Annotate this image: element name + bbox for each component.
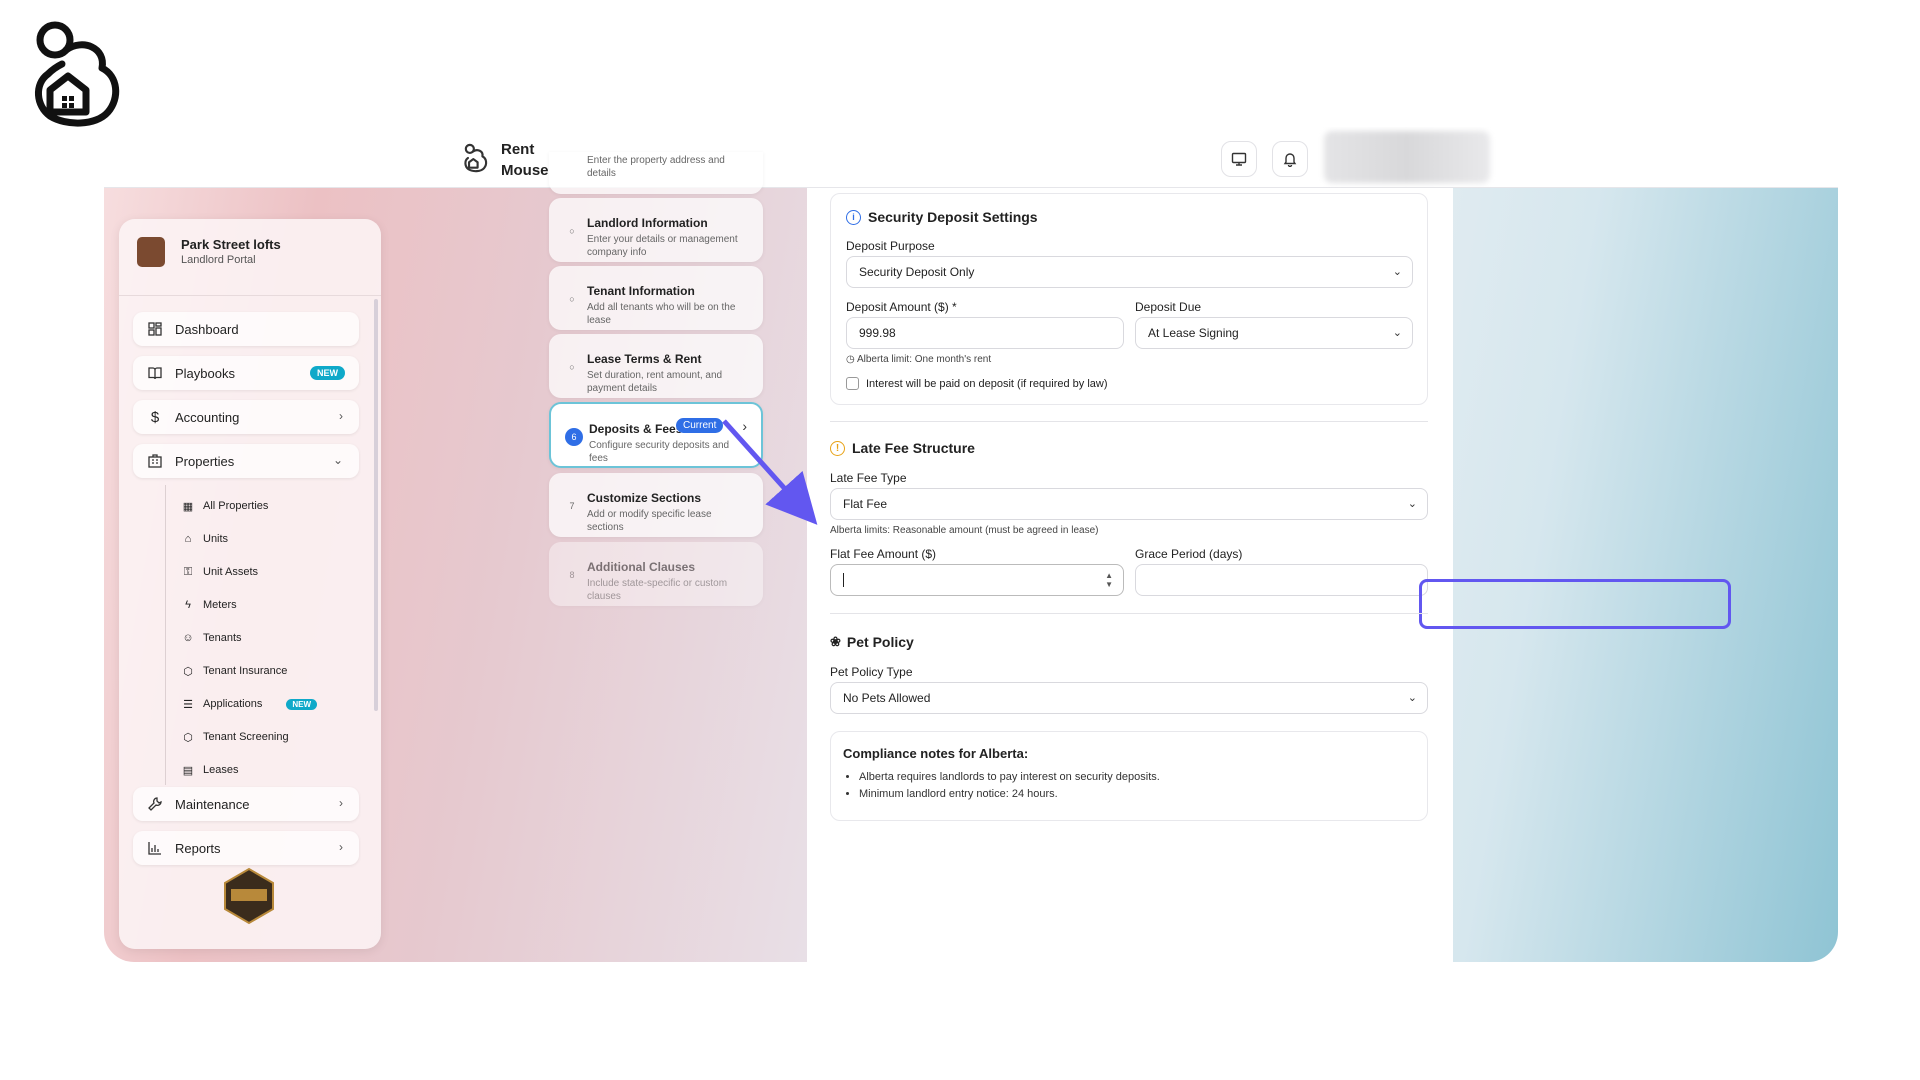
app-screenshot-frame: Rent Mouse Park Street lofts Landlord Po… (104, 127, 1838, 962)
rentmouse-logo-icon (35, 21, 120, 127)
annotation-arrow-icon (722, 419, 818, 525)
